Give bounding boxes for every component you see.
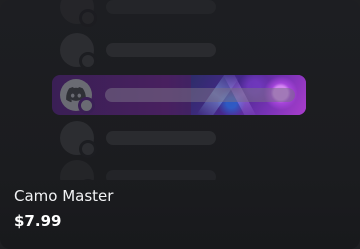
placeholder-row [60,121,216,158]
status-dot [79,9,97,27]
item-price: $7.99 [14,212,62,230]
placeholder-avatar [60,0,97,27]
status-dot [78,97,95,114]
placeholder-bar [105,88,295,102]
placeholder-avatar [60,33,97,70]
shop-item-card[interactable]: Camo Master $7.99 [0,0,360,249]
status-dot [79,52,97,70]
placeholder-bar [106,131,216,145]
placeholder-row [60,160,216,180]
placeholder-row [60,0,216,27]
profile-effect-preview [0,0,360,180]
placeholder-row [60,33,216,70]
status-dot [79,140,97,158]
placeholder-bar [106,170,216,180]
placeholder-avatar [60,121,97,158]
placeholder-avatar [60,160,97,180]
status-dot [79,179,97,180]
discord-logo-icon [60,79,95,114]
placeholder-bar [106,43,216,57]
item-name: Camo Master [14,187,114,205]
placeholder-bar [106,0,216,14]
highlighted-member-row [52,75,306,115]
